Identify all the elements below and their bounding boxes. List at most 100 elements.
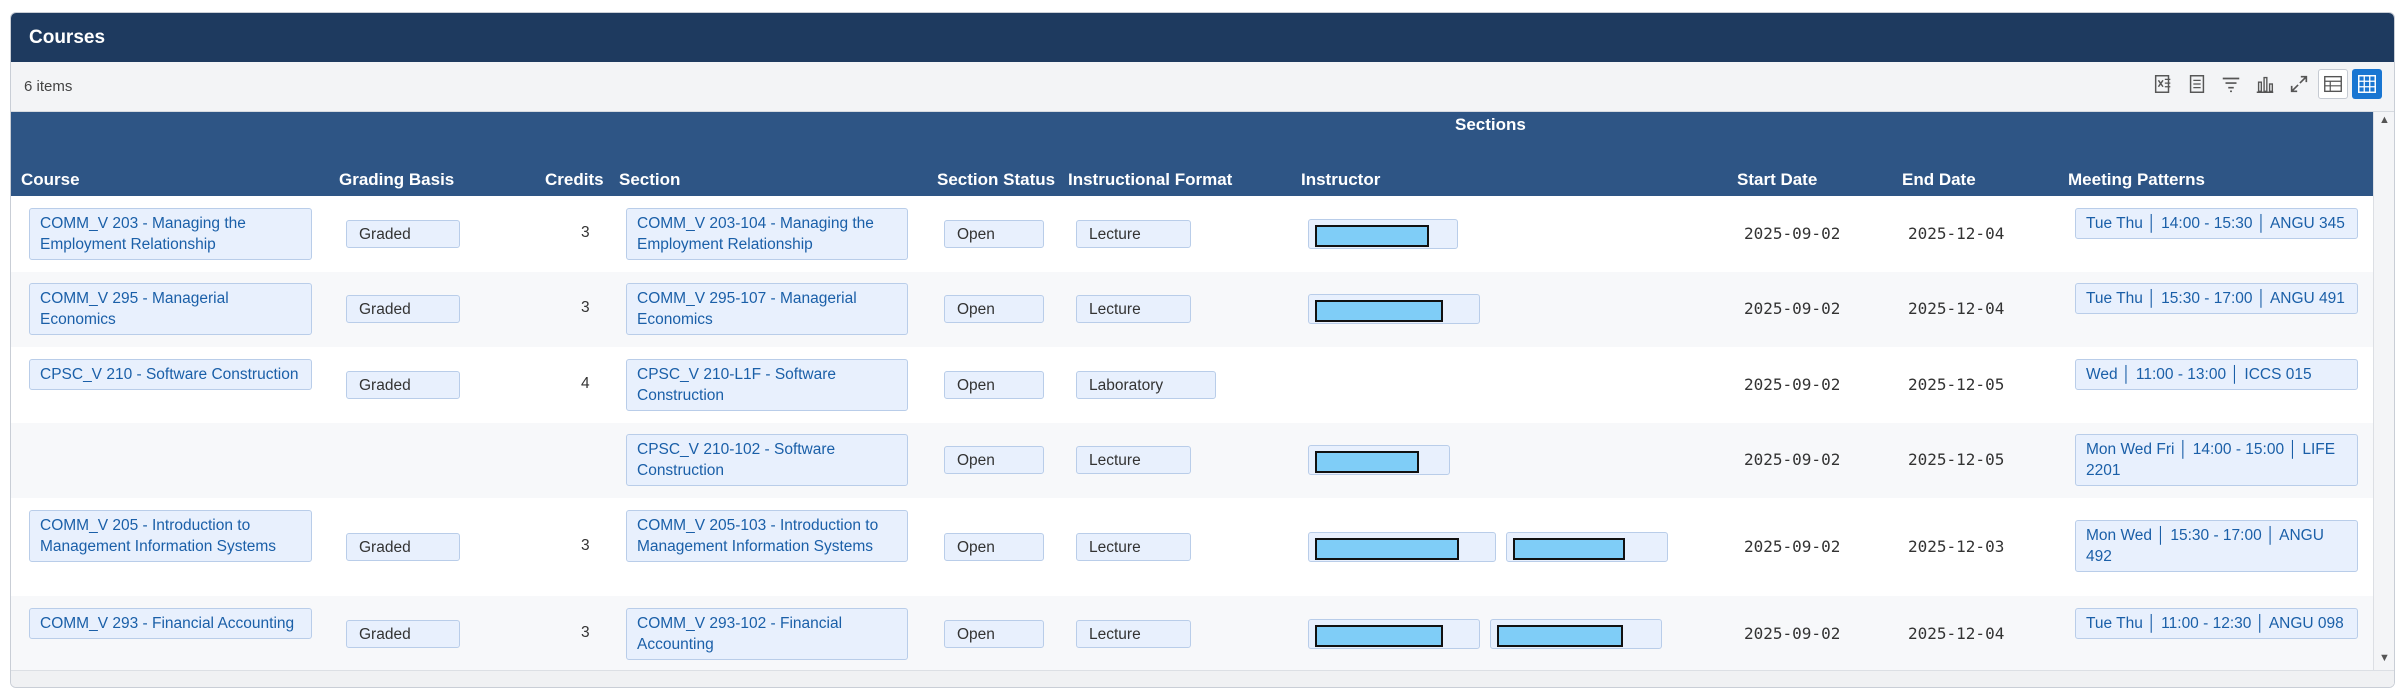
- instructor-chip[interactable]: [1308, 445, 1450, 475]
- meeting-pattern-link[interactable]: Mon Wed Fri │ 14:00 - 15:00 │ LIFE 2201: [2075, 434, 2358, 486]
- credits-value: 3: [581, 624, 590, 641]
- course-link[interactable]: COMM_V 203 - Managing the Employment Rel…: [29, 208, 312, 260]
- course-link[interactable]: COMM_V 205 - Introduction to Management …: [29, 510, 312, 562]
- courses-panel: Courses 6 items Sections Course Grading …: [10, 12, 2395, 688]
- sections-group-label: Sections: [1455, 115, 1526, 134]
- start-date: 2025-09-02: [1744, 224, 1841, 243]
- export-excel-icon[interactable]: [2148, 69, 2178, 99]
- section-status-badge: Open: [944, 371, 1044, 399]
- end-date: 2025-12-04: [1908, 299, 2005, 318]
- meeting-pattern-link[interactable]: Tue Thu │ 14:00 - 15:30 │ ANGU 345: [2075, 208, 2358, 239]
- credits-value: 3: [581, 537, 590, 554]
- section-status-badge: Open: [944, 446, 1044, 474]
- redacted-name: [1315, 538, 1459, 560]
- instructional-format-badge: Lecture: [1076, 533, 1191, 561]
- credits-value: 3: [581, 224, 590, 241]
- grading-basis-badge: Graded: [346, 220, 460, 248]
- course-link[interactable]: CPSC_V 210 - Software Construction: [29, 359, 312, 390]
- section-link[interactable]: COMM_V 295-107 - Managerial Economics: [626, 283, 908, 335]
- section-status-badge: Open: [944, 620, 1044, 648]
- header-meeting-patterns[interactable]: Meeting Patterns: [2068, 170, 2205, 190]
- redacted-name: [1513, 538, 1625, 560]
- instructional-format-badge: Laboratory: [1076, 371, 1216, 399]
- table-row: COMM_V 205 - Introduction to Management …: [11, 498, 2376, 596]
- header-instructional-format[interactable]: Instructional Format: [1068, 170, 1232, 190]
- header-section[interactable]: Section: [619, 170, 680, 190]
- section-status-badge: Open: [944, 295, 1044, 323]
- header-instructor[interactable]: Instructor: [1301, 170, 1380, 190]
- instructor-chip[interactable]: [1308, 294, 1480, 324]
- grading-basis-badge: Graded: [346, 620, 460, 648]
- redacted-name: [1315, 225, 1429, 247]
- section-link[interactable]: CPSC_V 210-L1F - Software Construction: [626, 359, 908, 411]
- header-start-date[interactable]: Start Date: [1737, 170, 1817, 190]
- start-date: 2025-09-02: [1744, 450, 1841, 469]
- instructor-chip[interactable]: [1308, 532, 1496, 562]
- chart-icon[interactable]: [2250, 69, 2280, 99]
- horizontal-scrollbar[interactable]: [11, 670, 2394, 687]
- instructor-chip[interactable]: [1490, 619, 1662, 649]
- grading-basis-badge: Graded: [346, 533, 460, 561]
- vertical-scrollbar[interactable]: ▲ ▼: [2373, 112, 2394, 687]
- start-date: 2025-09-02: [1744, 537, 1841, 556]
- instructional-format-badge: Lecture: [1076, 295, 1191, 323]
- table-view-icon[interactable]: [2318, 69, 2348, 99]
- credits-value: 4: [581, 375, 590, 392]
- table-row: COMM_V 295 - Managerial Economics Graded…: [11, 272, 2376, 347]
- print-icon[interactable]: [2182, 69, 2212, 99]
- filter-icon[interactable]: [2216, 69, 2246, 99]
- start-date: 2025-09-02: [1744, 375, 1841, 394]
- instructional-format-badge: Lecture: [1076, 620, 1191, 648]
- instructor-chip[interactable]: [1506, 532, 1668, 562]
- section-link[interactable]: CPSC_V 210-102 - Software Construction: [626, 434, 908, 486]
- grading-basis-badge: Graded: [346, 295, 460, 323]
- redacted-name: [1497, 625, 1623, 647]
- section-link[interactable]: COMM_V 203-104 - Managing the Employment…: [626, 208, 908, 260]
- redacted-name: [1315, 451, 1419, 473]
- end-date: 2025-12-03: [1908, 537, 2005, 556]
- meeting-pattern-link[interactable]: Tue Thu │ 15:30 - 17:00 │ ANGU 491: [2075, 283, 2358, 314]
- end-date: 2025-12-05: [1908, 375, 2005, 394]
- end-date: 2025-12-04: [1908, 224, 2005, 243]
- meeting-pattern-link[interactable]: Wed │ 11:00 - 13:00 │ ICCS 015: [2075, 359, 2358, 390]
- instructional-format-badge: Lecture: [1076, 446, 1191, 474]
- table-header: Sections Course Grading Basis Credits Se…: [11, 112, 2394, 196]
- instructor-chip[interactable]: [1308, 619, 1480, 649]
- header-credits[interactable]: Credits: [545, 170, 604, 190]
- start-date: 2025-09-02: [1744, 299, 1841, 318]
- course-link[interactable]: COMM_V 295 - Managerial Economics: [29, 283, 312, 335]
- toolbar-tools: [2148, 69, 2382, 99]
- grid-view-icon[interactable]: [2352, 69, 2382, 99]
- panel-title: Courses: [11, 13, 2394, 62]
- table-row: COMM_V 293 - Financial Accounting Graded…: [11, 596, 2376, 672]
- header-end-date[interactable]: End Date: [1902, 170, 1976, 190]
- credits-value: 3: [581, 299, 590, 316]
- redacted-name: [1315, 625, 1443, 647]
- course-link[interactable]: COMM_V 293 - Financial Accounting: [29, 608, 312, 639]
- header-section-status[interactable]: Section Status: [937, 170, 1055, 190]
- meeting-pattern-link[interactable]: Tue Thu │ 11:00 - 12:30 │ ANGU 098: [2075, 608, 2358, 639]
- start-date: 2025-09-02: [1744, 624, 1841, 643]
- scroll-down-arrow-icon[interactable]: ▼: [2379, 652, 2390, 664]
- end-date: 2025-12-05: [1908, 450, 2005, 469]
- header-course[interactable]: Course: [21, 170, 80, 190]
- table-row: COMM_V 203 - Managing the Employment Rel…: [11, 196, 2376, 272]
- section-link[interactable]: COMM_V 205-103 - Introduction to Managem…: [626, 510, 908, 562]
- end-date: 2025-12-04: [1908, 624, 2005, 643]
- courses-table: Sections Course Grading Basis Credits Se…: [11, 112, 2394, 687]
- instructor-chip[interactable]: [1308, 219, 1458, 249]
- section-status-badge: Open: [944, 533, 1044, 561]
- grading-basis-badge: Graded: [346, 371, 460, 399]
- section-status-badge: Open: [944, 220, 1044, 248]
- items-count: 6 items: [24, 78, 73, 95]
- header-grading-basis[interactable]: Grading Basis: [339, 170, 454, 190]
- table-row: CPSC_V 210 - Software Construction Grade…: [11, 347, 2376, 423]
- table-row: CPSC_V 210-102 - Software Construction O…: [11, 423, 2376, 498]
- instructional-format-badge: Lecture: [1076, 220, 1191, 248]
- toolbar: 6 items: [11, 62, 2394, 112]
- section-link[interactable]: COMM_V 293-102 - Financial Accounting: [626, 608, 908, 660]
- scroll-up-arrow-icon[interactable]: ▲: [2379, 114, 2390, 126]
- fullscreen-icon[interactable]: [2284, 69, 2314, 99]
- meeting-pattern-link[interactable]: Mon Wed │ 15:30 - 17:00 │ ANGU 492: [2075, 520, 2358, 572]
- redacted-name: [1315, 300, 1443, 322]
